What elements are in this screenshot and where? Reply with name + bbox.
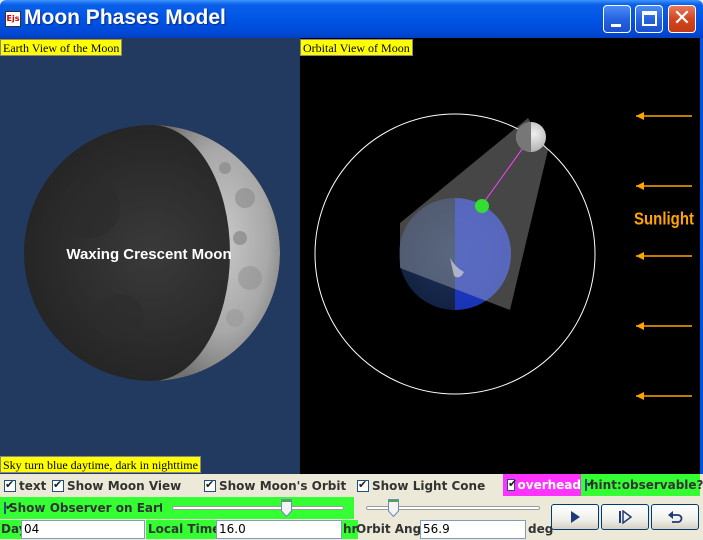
- sunlight-arrow: [636, 112, 692, 120]
- moon-phase-text: Waxing Crescent Moon: [66, 246, 231, 263]
- show-moon-orbit-checkbox[interactable]: Show Moon's Orbit: [200, 475, 346, 496]
- close-button[interactable]: ✕: [668, 5, 696, 33]
- title-bar: Ejs Moon Phases Model ✕: [0, 0, 703, 38]
- orbit-angle-slider[interactable]: [356, 497, 550, 519]
- orbital-view-panel: Orbital View of Moon Sunlight: [300, 38, 700, 474]
- step-button[interactable]: [601, 504, 649, 530]
- close-icon: ✕: [672, 6, 692, 31]
- play-icon: [571, 511, 580, 523]
- maximize-button[interactable]: [635, 5, 663, 33]
- show-moon-view-checkbox[interactable]: Show Moon View: [48, 475, 181, 496]
- orbital-canvas: Sunlight: [314, 112, 695, 400]
- text-checkbox[interactable]: text: [0, 475, 46, 496]
- sunlight-arrow: [636, 392, 692, 400]
- step-forward-icon: [619, 510, 633, 524]
- maximize-icon: [642, 11, 657, 26]
- sunlight-arrow: [636, 252, 692, 260]
- checkbox-box[interactable]: [52, 478, 64, 492]
- window-title: Moon Phases Model: [24, 6, 226, 29]
- checkbox-box[interactable]: [4, 478, 16, 492]
- orbit-angle-unit: deg: [528, 522, 554, 536]
- show-observer-checkbox[interactable]: Show Observer on Earth: [0, 497, 173, 519]
- checkbox-box[interactable]: [357, 478, 369, 492]
- checkbox-box[interactable]: [585, 477, 595, 491]
- show-light-cone-checkbox[interactable]: Show Light Cone: [353, 475, 485, 496]
- local-time-input[interactable]: 16.0: [216, 520, 342, 539]
- minimize-button[interactable]: [603, 5, 631, 33]
- reset-button[interactable]: [651, 504, 699, 530]
- moon-view-canvas: Waxing Crescent Moon: [24, 125, 280, 381]
- day-input[interactable]: 04: [21, 520, 145, 539]
- checkbox-box[interactable]: [204, 478, 216, 492]
- sunlight-arrow: [636, 182, 692, 190]
- overhead-checkbox[interactable]: overhead: [503, 474, 581, 496]
- slider-track[interactable]: [172, 506, 344, 510]
- orbit-angle-input[interactable]: 56.9: [420, 520, 526, 539]
- moon-orbital[interactable]: [516, 122, 546, 152]
- observer-marker[interactable]: [475, 199, 489, 213]
- slider-thumb[interactable]: [281, 499, 293, 517]
- sky-hint-label: Sky turn blue daytime, dark in nighttime: [0, 456, 201, 473]
- sunlight-label: Sunlight: [634, 209, 695, 228]
- checkbox-box[interactable]: [4, 500, 14, 514]
- minimize-icon: [611, 24, 621, 27]
- sunlight-arrow: [636, 322, 692, 330]
- slider-thumb[interactable]: [387, 499, 399, 517]
- local-time-label: Local Time:: [146, 520, 228, 539]
- control-panel: text Show Moon View Show Moon's Orbit Sh…: [0, 474, 703, 540]
- reset-icon: [668, 511, 683, 523]
- hint-observable-checkbox[interactable]: hint:observable?: [581, 474, 703, 496]
- ejs-icon: Ejs: [5, 11, 21, 27]
- play-button[interactable]: [551, 504, 599, 530]
- checkbox-box[interactable]: [507, 477, 517, 491]
- earth-view-panel: Earth View of the Moon Waxing Crescent M…: [0, 38, 300, 474]
- sunlight-arrows: [636, 112, 692, 400]
- local-time-slider[interactable]: [162, 497, 354, 519]
